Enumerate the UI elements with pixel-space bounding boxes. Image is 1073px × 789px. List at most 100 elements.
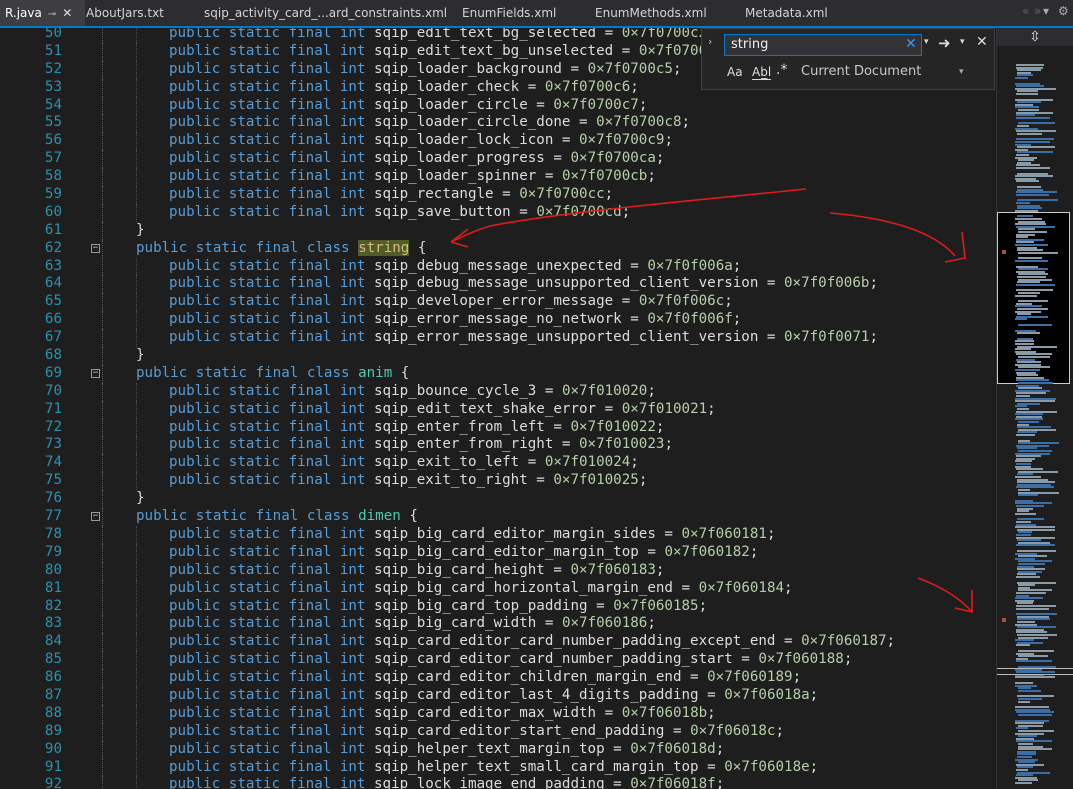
search-input[interactable]: string ✕ xyxy=(724,34,922,56)
hex-literal-token: 0×7f06018a xyxy=(724,686,810,703)
indent-guide xyxy=(136,150,137,169)
code-token: sqip_big_card_width = xyxy=(374,615,562,632)
code-line: 67 public static final int sqip_error_mes… xyxy=(0,329,996,348)
tab-enumfields-xml[interactable]: EnumFields.xml xyxy=(462,0,562,26)
indent-guide xyxy=(136,740,137,759)
keyword-token: public static final int xyxy=(169,562,374,578)
close-tab-icon[interactable]: ✕ xyxy=(62,6,72,20)
code-token: ; xyxy=(621,203,631,220)
indent-guide xyxy=(102,257,103,276)
code-token: ; xyxy=(638,96,648,113)
search-history-chevron-icon[interactable]: ▾ xyxy=(924,37,929,47)
keyword-token: public static final xyxy=(169,472,340,489)
code-token: ; xyxy=(775,722,785,739)
pin-icon[interactable]: ⊸ xyxy=(48,9,56,20)
keyword-token: public static final xyxy=(169,400,340,417)
code-text: public static final class string { xyxy=(136,239,427,258)
indent-guide xyxy=(136,722,137,741)
code-token: ; xyxy=(732,311,742,328)
code-text: public static final int sqip_big_card_ed… xyxy=(169,544,758,562)
code-token: ; xyxy=(681,114,691,131)
indent-guide xyxy=(136,132,137,151)
keyword-token: public static final xyxy=(169,633,340,650)
whole-word-toggle[interactable]: Ab̲l xyxy=(752,65,772,80)
code-text: public static final int sqip_enter_from_… xyxy=(169,419,664,437)
keyword-token: int xyxy=(339,740,375,757)
minimap-code-line xyxy=(1016,93,1038,95)
minimap-code-line xyxy=(1016,283,1055,286)
line-number: 79 xyxy=(44,543,62,560)
code-line: 68} xyxy=(0,347,996,365)
minimap-scrollbar[interactable]: ⇳ xyxy=(996,28,1073,789)
code-editor[interactable]: 50 public static final int sqip_edit_text… xyxy=(0,28,996,789)
code-line: 72 public static final int sqip_enter_fro… xyxy=(0,418,996,437)
scope-chevron-icon[interactable]: ▾ xyxy=(959,67,964,77)
search-scope[interactable]: Current Document xyxy=(801,64,921,79)
indent-guide xyxy=(136,525,137,544)
search-query: string xyxy=(731,37,769,52)
code-token: sqip_loader_spinner = xyxy=(374,168,562,185)
code-line: 91 public static final int sqip_helper_te… xyxy=(0,758,996,777)
hex-literal-token: 0×7f060181 xyxy=(681,525,767,542)
indent-guide xyxy=(136,114,137,133)
collapse-icon[interactable]: − xyxy=(91,512,100,522)
code-line: 76} xyxy=(0,490,996,509)
find-options-chevron-icon[interactable]: ▾ xyxy=(960,37,965,47)
close-find-icon[interactable]: ✕ xyxy=(976,34,988,50)
hex-literal-token: 0×7f010020 xyxy=(561,382,648,399)
code-line: 69 − public static final class anim { xyxy=(0,364,996,383)
code-lines: 50 public static final int sqip_edit_text… xyxy=(0,28,996,789)
indent-guide xyxy=(102,615,103,634)
clear-search-icon[interactable]: ✕ xyxy=(905,36,917,52)
keyword-token: class xyxy=(306,239,359,256)
collapse-icon[interactable]: − xyxy=(91,368,100,378)
indent-guide xyxy=(136,579,137,598)
minimap-code-line xyxy=(1016,434,1035,436)
settings-gear-icon[interactable]: ⚙ xyxy=(1058,4,1069,18)
keyword-token: public static final int xyxy=(169,419,374,435)
tab-sqip-activity-card-ard-constraints-xml[interactable]: sqip_activity_card_...ard_constraints.xm… xyxy=(204,0,447,26)
keyword-token: int xyxy=(339,418,375,435)
regex-toggle[interactable]: .* xyxy=(776,62,787,78)
code-text: } xyxy=(136,347,145,365)
scroll-left-icon[interactable]: « xyxy=(1022,4,1029,18)
split-view-icon[interactable]: ⇳ xyxy=(997,28,1073,46)
match-case-toggle[interactable]: Aa xyxy=(727,65,743,79)
keyword-token: public static final xyxy=(169,168,340,185)
hex-literal-token: 0×7f060184 xyxy=(698,579,785,596)
minimap-code-line xyxy=(1016,607,1049,610)
code-text: public static final int sqip_edit_text_b… xyxy=(169,28,707,43)
code-text: public static final int sqip_edit_text_s… xyxy=(169,401,716,419)
code-token: { xyxy=(409,239,427,256)
keyword-token: int xyxy=(339,257,375,274)
indent-guide xyxy=(136,400,137,419)
scroll-right-icon[interactable]: » xyxy=(1034,4,1041,18)
code-text: public static final int sqip_helper_text… xyxy=(169,759,818,777)
code-token: sqip_loader_circle = xyxy=(374,96,554,113)
indent-guide xyxy=(102,758,103,777)
code-token: sqip_loader_check = xyxy=(374,78,545,95)
tab-r-java[interactable]: R.java ⊸ ✕ xyxy=(0,0,85,26)
line-number: 84 xyxy=(44,633,62,650)
indent-guide xyxy=(102,347,103,365)
code-line: 79 public static final int sqip_big_card_… xyxy=(0,543,996,562)
code-token: ; xyxy=(843,651,853,668)
code-text: public static final int sqip_big_card_to… xyxy=(169,598,707,616)
minimap-separator xyxy=(997,674,1073,675)
tab-list-chevron-icon[interactable]: ▾ xyxy=(1043,4,1049,18)
tab-enummethods-xml[interactable]: EnumMethods.xml xyxy=(595,0,707,26)
code-token: ; xyxy=(647,382,656,399)
tab-aboutjars-txt[interactable]: AboutJars.txt xyxy=(86,0,176,26)
keyword-token: int xyxy=(339,722,375,739)
code-token: sqip_debug_message_unsupported_client_ve… xyxy=(374,275,785,292)
line-number: 71 xyxy=(44,400,62,417)
find-next-icon[interactable]: ➜ xyxy=(938,34,951,52)
line-number: 89 xyxy=(44,722,62,739)
line-number: 51 xyxy=(44,42,62,59)
code-token: ; xyxy=(749,543,759,560)
expand-replace-icon[interactable]: › xyxy=(708,35,712,48)
indent-guide xyxy=(102,132,103,151)
keyword-token: public static final int xyxy=(169,329,374,345)
tab-metadata-xml[interactable]: Metadata.xml xyxy=(745,0,835,26)
collapse-icon[interactable]: − xyxy=(91,243,100,253)
